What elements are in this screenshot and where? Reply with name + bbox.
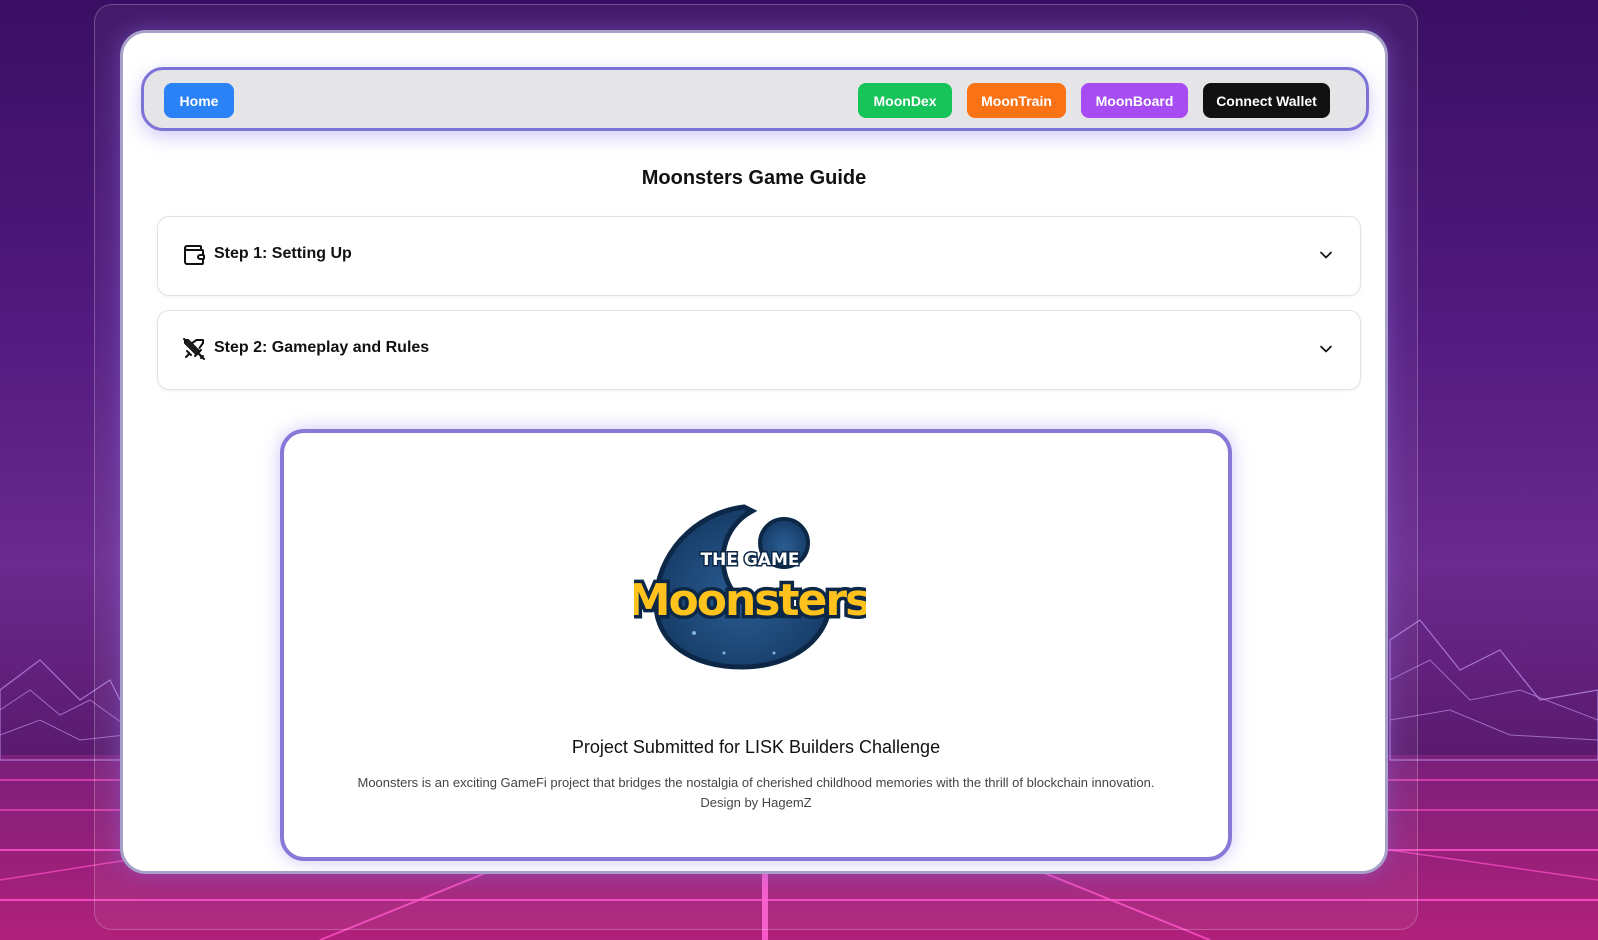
chevron-down-icon[interactable] xyxy=(1316,245,1336,265)
project-info-card: THE GAME Moonsters Project Submitted for… xyxy=(280,429,1232,861)
moonsters-logo: THE GAME Moonsters xyxy=(634,504,866,670)
accordion-step-2[interactable]: Step 2: Gameplay and Rules xyxy=(157,310,1361,390)
accordion-step-1[interactable]: Step 1: Setting Up xyxy=(157,216,1361,296)
wallet-icon xyxy=(184,245,205,265)
step-1-label: Step 1: Setting Up xyxy=(214,245,352,262)
step-2-label: Step 2: Gameplay and Rules xyxy=(214,339,430,356)
design-credit: Design by HagemZ xyxy=(700,795,812,810)
project-description: Moonsters is an exciting GameFi project … xyxy=(284,773,1228,813)
svg-text:THE GAME: THE GAME xyxy=(701,550,800,570)
svg-text:Moonsters: Moonsters xyxy=(634,575,866,626)
project-title: Project Submitted for LISK Builders Chal… xyxy=(571,737,941,757)
top-navbar: Home MoonDex MoonTrain MoonBoard Connect… xyxy=(141,67,1369,131)
main-card: Home MoonDex MoonTrain MoonBoard Connect… xyxy=(120,30,1388,874)
swords-off-icon xyxy=(183,338,205,360)
page-title: Moonsters Game Guide xyxy=(641,167,867,189)
chevron-down-icon[interactable] xyxy=(1316,339,1336,359)
home-button[interactable]: Home xyxy=(164,83,234,118)
moondex-button[interactable]: MoonDex xyxy=(858,83,952,118)
connect-wallet-button[interactable]: Connect Wallet xyxy=(1203,83,1330,118)
description-text: Moonsters is an exciting GameFi project … xyxy=(357,775,1155,790)
moontrain-button[interactable]: MoonTrain xyxy=(967,83,1066,118)
moonboard-button[interactable]: MoonBoard xyxy=(1081,83,1188,118)
